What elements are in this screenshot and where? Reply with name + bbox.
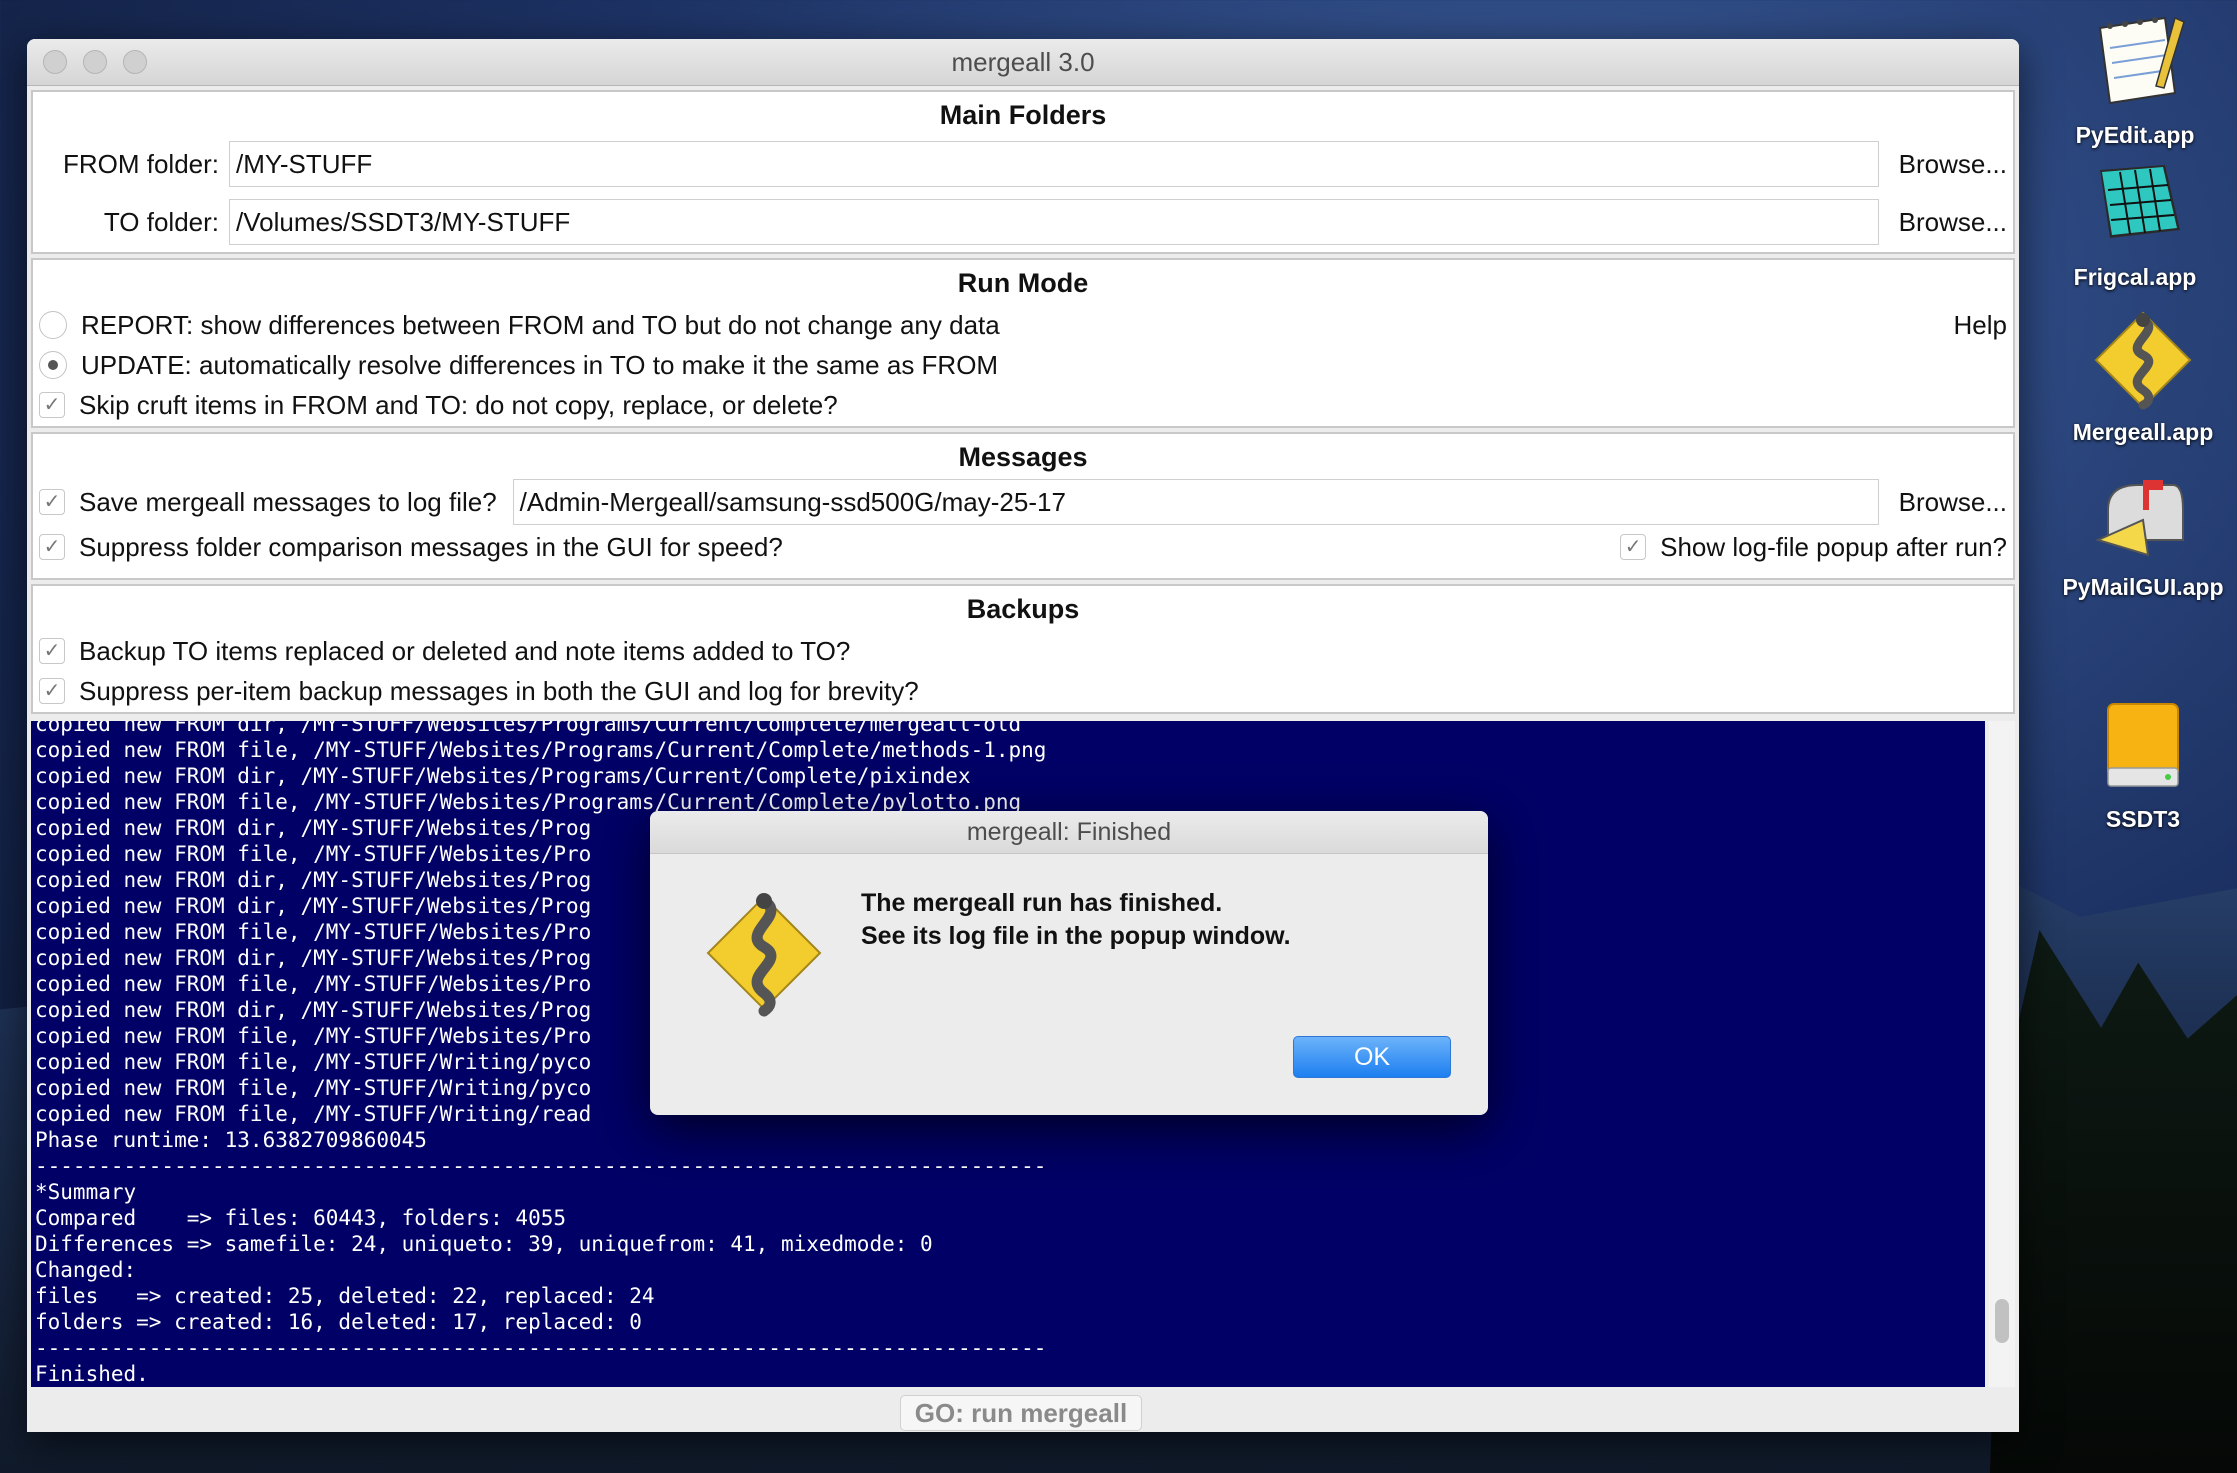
- update-label: UPDATE: automatically resolve difference…: [81, 349, 999, 380]
- show-popup-option[interactable]: ✓ Show log-file popup after run?: [1620, 532, 2013, 563]
- show-popup-label: Show log-file popup after run?: [1660, 531, 2007, 562]
- report-label: REPORT: show differences between FROM an…: [81, 309, 1000, 340]
- scrollbar-thumb[interactable]: [1995, 1299, 2009, 1343]
- suppress-compare-checkbox[interactable]: ✓: [39, 534, 65, 560]
- report-radio[interactable]: [39, 311, 67, 339]
- skip-cruft-label: Skip cruft items in FROM and TO: do not …: [79, 389, 838, 420]
- show-popup-checkbox[interactable]: ✓: [1620, 534, 1647, 560]
- from-folder-label: FROM folder:: [62, 148, 219, 179]
- log-browse-button[interactable]: Browse...: [1879, 487, 2007, 518]
- finished-dialog: mergeall: Finished The mergeall run has …: [650, 811, 1488, 1115]
- close-button[interactable]: [43, 50, 67, 74]
- snake-icon: [700, 889, 828, 1017]
- desktop-icon-pyedit[interactable]: PyEdit.app: [2040, 8, 2230, 149]
- zoom-button[interactable]: [123, 50, 147, 74]
- run-mode-heading: Run Mode: [957, 268, 1089, 298]
- dialog-line-2: See its log file in the popup window.: [861, 922, 1291, 950]
- to-browse-button[interactable]: Browse...: [1879, 207, 2007, 238]
- help-button[interactable]: Help: [1954, 310, 2013, 341]
- skip-cruft-checkbox[interactable]: ✓: [39, 392, 65, 418]
- suppress-backup-checkbox[interactable]: ✓: [39, 678, 65, 704]
- save-log-label: Save mergeall messages to log file?: [79, 486, 497, 517]
- skip-cruft-option[interactable]: ✓ Skip cruft items in FROM and TO: do no…: [33, 385, 2013, 425]
- backups-panel: Backups ✓ Backup TO items replaced or de…: [31, 584, 2015, 714]
- main-folders-panel: Main Folders FROM folder: /MY-STUFF Brow…: [31, 90, 2015, 254]
- update-option[interactable]: UPDATE: automatically resolve difference…: [33, 345, 2013, 385]
- go-button[interactable]: GO: run mergeall: [900, 1395, 1142, 1431]
- desktop-icon-pymailgui[interactable]: PyMailGUI.app: [2048, 460, 2237, 601]
- calendar-icon: [2080, 150, 2190, 260]
- backup-checkbox[interactable]: ✓: [39, 638, 65, 664]
- window-title: mergeall 3.0: [951, 47, 1095, 77]
- save-log-checkbox[interactable]: ✓: [39, 489, 65, 515]
- dialog-message: The mergeall run has finished. See its l…: [861, 887, 1291, 953]
- desktop-icon-mergeall[interactable]: Mergeall.app: [2048, 305, 2237, 446]
- messages-heading: Messages: [958, 442, 1088, 472]
- ok-button[interactable]: OK: [1293, 1036, 1451, 1078]
- to-folder-label: TO folder:: [103, 206, 219, 237]
- log-path-input[interactable]: /Admin-Mergeall/samsung-ssd500G/may-25-1…: [512, 479, 1879, 525]
- mergeall-window: mergeall 3.0 Main Folders FROM folder: /…: [27, 39, 2019, 1432]
- window-controls: [43, 50, 147, 74]
- run-mode-panel: Run Mode REPORT: show differences betwee…: [31, 258, 2015, 428]
- to-folder-input[interactable]: /Volumes/SSDT3/MY-STUFF: [229, 199, 1879, 245]
- minimize-button[interactable]: [83, 50, 107, 74]
- from-folder-input[interactable]: /MY-STUFF: [229, 141, 1879, 187]
- backup-label: Backup TO items replaced or deleted and …: [79, 635, 851, 666]
- dialog-title: mergeall: Finished: [650, 811, 1488, 854]
- notepad-icon: [2080, 8, 2190, 118]
- desktop-icon-label: SSDT3: [2105, 806, 2181, 832]
- desktop-icon-ssdt3[interactable]: SSDT3: [2048, 692, 2237, 833]
- backups-heading: Backups: [966, 594, 1080, 624]
- main-folders-heading: Main Folders: [939, 100, 1107, 130]
- window-titlebar[interactable]: mergeall 3.0: [27, 39, 2019, 86]
- mailbox-icon: [2088, 460, 2198, 570]
- suppress-backup-label: Suppress per-item backup messages in bot…: [79, 675, 919, 706]
- log-scrollbar[interactable]: [1989, 721, 2015, 1387]
- from-browse-button[interactable]: Browse...: [1879, 149, 2007, 180]
- desktop-icon-label: Frigcal.app: [2073, 264, 2197, 290]
- update-radio[interactable]: [39, 351, 67, 379]
- desktop-icon-label: Mergeall.app: [2072, 419, 2214, 445]
- desktop-icon-label: PyMailGUI.app: [2062, 574, 2224, 600]
- messages-panel: Messages ✓ Save mergeall messages to log…: [31, 432, 2015, 580]
- snake-icon: [2088, 305, 2198, 415]
- desktop-icon-label: PyEdit.app: [2075, 122, 2195, 148]
- suppress-compare-label: Suppress folder comparison messages in t…: [79, 531, 783, 562]
- drive-icon: [2088, 692, 2198, 802]
- dialog-line-1: The mergeall run has finished.: [861, 889, 1223, 917]
- report-option[interactable]: REPORT: show differences between FROM an…: [33, 305, 2013, 345]
- desktop-icon-frigcal[interactable]: Frigcal.app: [2040, 150, 2230, 291]
